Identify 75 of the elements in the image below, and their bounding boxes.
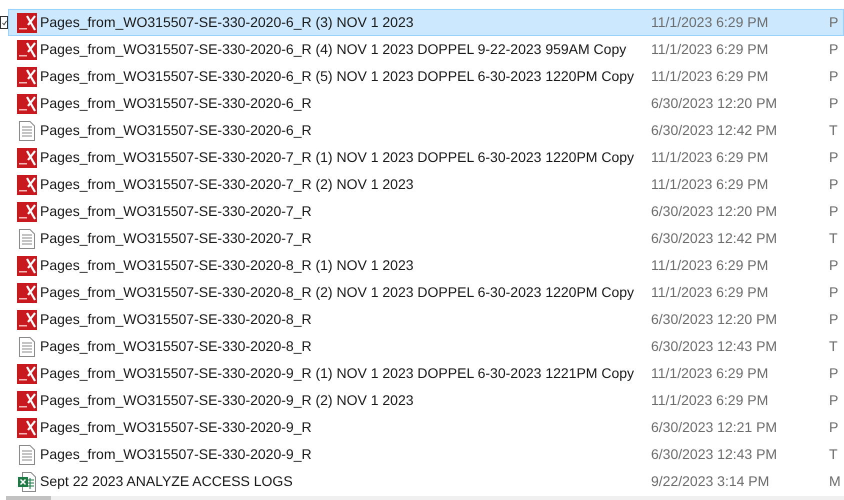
date-modified: 6/30/2023 12:42 PM xyxy=(651,121,778,140)
table-cell-text: P xyxy=(829,283,838,302)
table-cell-text: M xyxy=(829,472,841,491)
file-name: Pages_from_WO315507-SE-330-2020-7_R xyxy=(39,202,313,221)
table-cell-text: P xyxy=(829,13,838,32)
file-name: Pages_from_WO315507-SE-330-2020-6_R (5) NOV 1 2023 DOPPEL 6-30-2023 1220PM Copy xyxy=(39,67,636,86)
pdf-file-icon xyxy=(17,282,37,302)
pdf-file-icon xyxy=(17,40,37,60)
date-modified: 11/1/2023 6:29 PM xyxy=(651,67,770,86)
table-cell-text: P xyxy=(829,40,838,59)
pdf-file-icon xyxy=(17,174,37,194)
file-name: Pages_from_WO315507-SE-330-2020-9_R xyxy=(39,418,313,437)
pdf-file-icon xyxy=(17,364,37,384)
file-name: Pages_from_WO315507-SE-330-2020-6_R xyxy=(39,121,313,140)
file-name: Pages_from_WO315507-SE-330-2020-9_R xyxy=(39,445,313,464)
table-cell-text: T xyxy=(829,337,838,356)
table-cell-text: P xyxy=(829,391,838,410)
file-name: Pages_from_WO315507-SE-330-2020-6_R xyxy=(39,94,313,113)
pdf-file-icon xyxy=(17,256,37,276)
date-modified: 11/1/2023 6:29 PM xyxy=(651,391,770,410)
table-cell-text: P xyxy=(829,418,838,437)
date-modified: 6/30/2023 12:21 PM xyxy=(651,418,778,437)
date-modified: 11/1/2023 6:29 PM xyxy=(651,256,770,275)
file-row[interactable]: Pages_from_WO315507-SE-330-2020-6_R (3) NOV 1 2023 11/1/2023 6:29 PM P xyxy=(8,9,844,36)
date-modified: 6/30/2023 12:42 PM xyxy=(651,229,778,248)
date-modified: 6/30/2023 12:43 PM xyxy=(651,337,778,356)
pdf-file-icon xyxy=(17,148,37,168)
table-cell-text: P xyxy=(829,148,838,167)
pdf-file-icon xyxy=(17,94,37,114)
text-file-icon xyxy=(19,228,35,248)
date-modified: 11/1/2023 6:29 PM xyxy=(651,364,770,383)
spreadsheet-file-icon xyxy=(18,472,36,492)
date-modified: 11/1/2023 6:29 PM xyxy=(651,40,770,59)
date-modified: 6/30/2023 12:43 PM xyxy=(651,445,778,464)
table-cell-text: P xyxy=(829,202,838,221)
file-name: Pages_from_WO315507-SE-330-2020-8_R xyxy=(39,310,313,329)
table-cell-text: P xyxy=(829,94,838,113)
pdf-file-icon xyxy=(17,66,37,86)
date-modified: 11/1/2023 6:29 PM xyxy=(651,175,770,194)
table-cell-text: P xyxy=(829,175,838,194)
file-name: Pages_from_WO315507-SE-330-2020-6_R (3) NOV 1 2023 xyxy=(39,13,415,32)
text-file-icon xyxy=(19,120,35,140)
file-name: Pages_from_WO315507-SE-330-2020-9_R (2) NOV 1 2023 xyxy=(39,391,415,410)
pdf-file-icon xyxy=(17,418,37,438)
date-modified: 11/1/2023 6:29 PM xyxy=(651,13,770,32)
pdf-file-icon xyxy=(17,202,37,222)
file-name: Pages_from_WO315507-SE-330-2020-8_R xyxy=(39,337,313,356)
date-modified: 11/1/2023 6:29 PM xyxy=(651,148,770,167)
date-modified: 9/22/2023 3:14 PM xyxy=(651,472,770,491)
pdf-file-icon xyxy=(17,12,37,32)
file-name: Pages_from_WO315507-SE-330-2020-8_R (1) NOV 1 2023 xyxy=(39,256,415,275)
file-name: Pages_from_WO315507-SE-330-2020-7_R (1) NOV 1 2023 DOPPEL 6-30-2023 1220PM Copy xyxy=(39,148,636,167)
file-name: Pages_from_WO315507-SE-330-2020-8_R (2) NOV 1 2023 DOPPEL 6-30-2023 1220PM Copy xyxy=(39,283,636,302)
date-modified: 6/30/2023 12:20 PM xyxy=(651,310,778,329)
table-cell-text: P xyxy=(829,67,838,86)
table-cell-text: P xyxy=(829,364,838,383)
checkbox[interactable] xyxy=(0,16,8,29)
file-name: Sept 22 2023 ANALYZE ACCESS LOGS xyxy=(39,472,294,491)
table-cell-text: T xyxy=(829,445,838,464)
table-cell-text: T xyxy=(829,229,838,248)
table-cell-text: P xyxy=(829,310,838,329)
table-cell-text: T xyxy=(829,121,838,140)
file-name: Pages_from_WO315507-SE-330-2020-6_R (4) NOV 1 2023 DOPPEL 9-22-2023 959AM Copy xyxy=(39,40,628,59)
date-modified: 6/30/2023 12:20 PM xyxy=(651,202,778,221)
file-name: Pages_from_WO315507-SE-330-2020-7_R (2) NOV 1 2023 xyxy=(39,175,415,194)
file-name: Pages_from_WO315507-SE-330-2020-7_R xyxy=(39,229,313,248)
text-file-icon xyxy=(19,444,35,464)
file-name: Pages_from_WO315507-SE-330-2020-9_R (1) NOV 1 2023 DOPPEL 6-30-2023 1221PM Copy xyxy=(39,364,636,383)
date-modified: 6/30/2023 12:20 PM xyxy=(651,94,778,113)
date-modified: 11/1/2023 6:29 PM xyxy=(651,283,770,302)
pdf-file-icon xyxy=(17,390,37,410)
check-icon xyxy=(2,20,6,26)
text-file-icon xyxy=(19,336,35,356)
table-cell-text: P xyxy=(829,256,838,275)
pdf-file-icon xyxy=(17,310,37,330)
